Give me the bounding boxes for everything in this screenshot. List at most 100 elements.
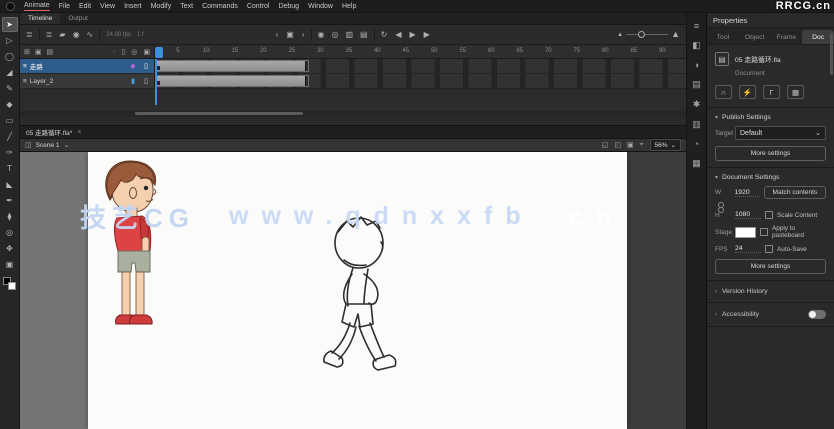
insert-keyframe-icon[interactable]: ▰ (59, 30, 65, 39)
loop-icon[interactable]: ↻ (381, 30, 388, 39)
menu-item-control[interactable]: Control (247, 3, 270, 10)
properties-tab-frame[interactable]: Frame (771, 30, 803, 44)
fluid-brush-tool[interactable]: ◢ (2, 65, 18, 80)
onion-skin-icon[interactable]: ◉ (318, 30, 325, 39)
layer-page-icon[interactable]: ▯ (141, 77, 151, 85)
edit-scene-icon[interactable]: ◱ (602, 141, 609, 149)
height-field[interactable]: 1080 (735, 211, 761, 219)
publish-more-settings-button[interactable]: More settings (715, 146, 826, 161)
scale-content-checkbox[interactable] (765, 211, 773, 219)
frame-ruler[interactable]: 5 10 15 20 25 30 35 40 45 50 55 60 65 70 75 80 85 90 (155, 45, 686, 58)
menu-item-commands[interactable]: Commands (202, 3, 238, 10)
frame-span[interactable] (155, 60, 309, 72)
properties-tab-object[interactable]: Object (739, 30, 771, 44)
section-version-history[interactable]: › Version History (707, 281, 834, 303)
layer-name-cell[interactable]: ≡ Layer_2 ▮ ▯ (20, 74, 155, 88)
timeline-tab-timeline[interactable]: Timeline (20, 13, 61, 24)
scene-caret-icon[interactable]: ⌄ (63, 141, 69, 149)
menu-item-view[interactable]: View (100, 3, 115, 10)
edit-symbol-icon[interactable]: ◰ (614, 141, 621, 149)
text-tool[interactable]: T (2, 161, 18, 176)
menu-item-help[interactable]: Help (342, 3, 356, 10)
sketch-boy-character[interactable] (306, 212, 418, 398)
width-field[interactable]: 1920 (734, 189, 760, 197)
align-panel-icon[interactable]: ≡ (694, 21, 699, 31)
document-more-settings-button[interactable]: More settings (715, 259, 826, 274)
expand-caret-icon[interactable]: › (715, 312, 717, 318)
fragments-panel-icon[interactable]: ✱ (693, 99, 701, 110)
document-tab[interactable]: 05 走路循环.fla* (26, 127, 72, 137)
layer-name-cell[interactable]: ≡ 走路 ◆ ▯ (20, 59, 155, 73)
timeline-zoom-knob[interactable] (638, 31, 646, 38)
delete-layer-icon[interactable]: ▤ (47, 48, 54, 56)
layer-row[interactable]: ≡ 走路 ◆ ▯ (20, 59, 686, 74)
layer-name[interactable]: Layer_2 (30, 78, 125, 85)
stage-zoom-select[interactable]: 56% ⌄ (649, 139, 681, 151)
new-folder-icon[interactable]: ▣ (35, 48, 42, 56)
auto-save-checkbox[interactable] (765, 245, 773, 253)
highlight-layers-icon[interactable]: ▯ (121, 48, 125, 56)
selection-tool[interactable]: ➤ (1, 17, 18, 32)
new-layer-icon[interactable]: ⊞ (24, 48, 30, 56)
fill-stroke-swatch[interactable] (2, 277, 17, 290)
layer-frames[interactable] (155, 59, 686, 73)
timeline-tab-output[interactable]: Output (60, 13, 96, 24)
hand-tool[interactable]: ✥ (2, 241, 18, 256)
scrollbar-thumb[interactable] (135, 112, 303, 115)
menu-item-window[interactable]: Window (308, 3, 333, 10)
properties-tab-tool[interactable]: Tool (707, 30, 739, 44)
layer-name[interactable]: 走路 (30, 61, 125, 71)
expand-caret-icon[interactable]: › (715, 289, 717, 295)
rectangle-tool[interactable]: ▭ (2, 113, 18, 128)
match-contents-button[interactable]: Match contents (763, 186, 826, 199)
outline-layers-icon[interactable]: ▣ (143, 48, 150, 56)
scene-label[interactable]: Scene 1 (36, 142, 60, 149)
edit-multiple-frames-icon[interactable]: ▥ (345, 30, 353, 39)
layer-row[interactable]: ≡ Layer_2 ▮ ▯ (20, 74, 686, 89)
menu-item-animate[interactable]: Animate (24, 2, 50, 11)
zoom-tool[interactable]: ◎ (2, 225, 18, 240)
subselection-tool[interactable]: ▷ (2, 33, 18, 48)
link-dimensions-icon[interactable] (717, 202, 724, 213)
eyedropper-tool[interactable]: ⧫ (2, 209, 18, 224)
custom-onion-icon[interactable]: ▤ (360, 30, 368, 39)
apply-pasteboard-checkbox[interactable] (760, 228, 768, 236)
graph-editor-icon[interactable]: ∿ (87, 30, 94, 39)
zoom-out-frames-icon[interactable]: ▲ (617, 32, 623, 38)
playhead-marker[interactable] (155, 47, 163, 58)
swatches-panel-icon[interactable]: ▤ (692, 79, 701, 90)
zoom-in-frames-icon[interactable]: ▲ (671, 30, 680, 39)
stage-canvas[interactable] (88, 152, 627, 429)
pen-tool[interactable]: ✑ (2, 145, 18, 160)
collapse-caret-icon[interactable]: ▾ (715, 114, 718, 121)
lock-layers-icon[interactable]: ◎ (131, 48, 137, 56)
clip-content-icon[interactable]: ▣ (627, 141, 634, 149)
scene-breadcrumb[interactable]: ◫ Scene 1 ⌄ (25, 141, 69, 150)
layer-options-icon[interactable]: ≣ (46, 30, 53, 39)
classic-brush-tool[interactable]: ✎ (2, 81, 18, 96)
stage-area[interactable]: 技艺CG www.qdnxxfb cn (20, 152, 686, 429)
layer-visibility-mark[interactable]: ◆ (128, 62, 138, 70)
eraser-tool[interactable]: ◆ (2, 97, 18, 112)
cc-libraries-panel-icon[interactable]: ◔ (694, 139, 699, 149)
center-stage-icon[interactable]: ⌖ (640, 141, 644, 149)
timeline-zoom-slider[interactable]: ▲ ▲ (617, 30, 680, 39)
onion-outline-icon[interactable]: ◎ (332, 30, 339, 39)
menu-item-insert[interactable]: Insert (124, 3, 142, 10)
stage-color-swatch[interactable] (735, 226, 756, 238)
step-forward-icon[interactable]: ▶ (424, 30, 430, 39)
timeline-horizontal-scrollbar[interactable] (20, 111, 686, 117)
lasso-tool[interactable]: ◯ (2, 49, 18, 64)
previous-keyframe-icon[interactable]: ‹ (276, 30, 279, 39)
layer-options-icon[interactable]: ≣ (26, 30, 33, 39)
insert-marker-icon[interactable]: ▣ (286, 30, 294, 39)
target-dropdown[interactable]: Default ⌄ (735, 126, 826, 140)
menu-item-text[interactable]: Text (180, 3, 193, 10)
publish-settings-icon[interactable]: ∩ (715, 85, 732, 99)
color-panel-icon[interactable]: ◑ (694, 60, 699, 70)
accessibility-toggle[interactable] (808, 310, 826, 319)
play-icon[interactable]: ▶ (409, 30, 415, 39)
camera-tool[interactable]: ▣ (2, 257, 18, 272)
library-panel-icon[interactable]: ▥ (692, 119, 701, 130)
layer-visibility-mark[interactable]: ▮ (128, 77, 138, 85)
